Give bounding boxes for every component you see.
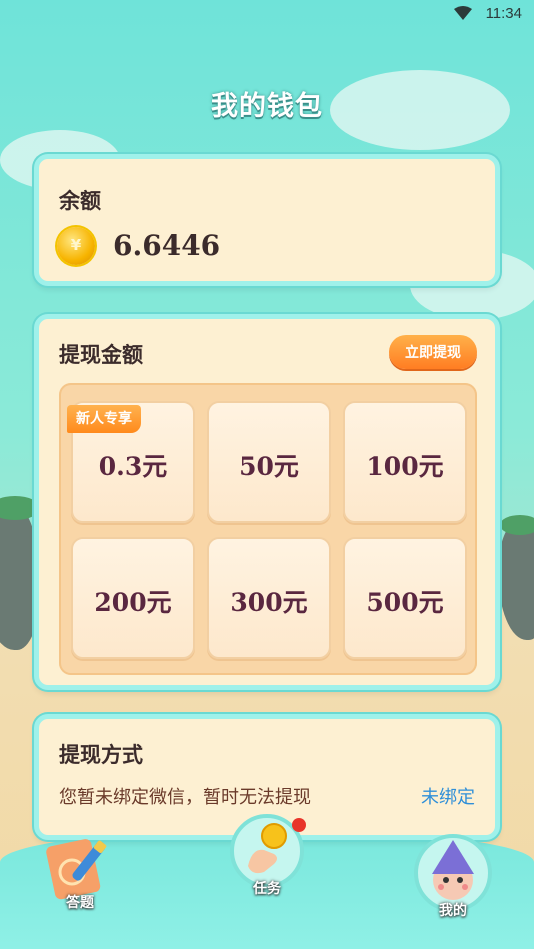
amount-option-label: 100元 xyxy=(366,452,444,481)
nav-task-label: 任务 xyxy=(253,881,281,897)
unbound-wechat-link[interactable]: 未绑定 xyxy=(421,783,475,809)
nav-mine-label: 我的 xyxy=(439,903,467,919)
balance-value: 6.6446 xyxy=(113,229,221,262)
nav-answer-label: 答题 xyxy=(66,895,94,911)
amount-option-label: 300元 xyxy=(230,588,308,617)
nav-answer[interactable]: 答题 xyxy=(44,832,116,916)
amount-options-panel: 0.3元 50元 100元 200元 300元 500元 新人专享 xyxy=(59,383,477,675)
notification-dot xyxy=(292,818,306,832)
balance-card: 余额 ¥ 6.6446 xyxy=(34,154,500,286)
status-time: 11:34 xyxy=(485,5,522,22)
nav-mine[interactable]: 我的 xyxy=(414,826,492,919)
amount-option[interactable]: 50元 xyxy=(207,401,331,523)
balance-heading: 余额 xyxy=(59,189,101,213)
rock-decoration xyxy=(498,520,534,640)
amount-option-label: 200元 xyxy=(94,588,172,617)
amount-option[interactable]: 500元 xyxy=(343,537,467,659)
amount-option-label: 50元 xyxy=(239,452,299,481)
coin-icon: ¥ xyxy=(57,227,95,265)
amount-option[interactable]: 100元 xyxy=(343,401,467,523)
moss-decoration xyxy=(500,515,534,535)
task-icon xyxy=(248,823,287,874)
coin-symbol: ¥ xyxy=(70,236,82,254)
withdraw-amount-card: 提现金额 立即提现 0.3元 50元 100元 200元 300元 500元 新… xyxy=(34,314,500,690)
newbie-badge: 新人专享 xyxy=(67,405,141,433)
amount-option-label: 0.3元 xyxy=(98,452,168,481)
wifi-icon xyxy=(454,6,472,20)
nav-task[interactable]: 任务 xyxy=(230,814,306,898)
withdraw-now-button[interactable]: 立即提现 xyxy=(389,335,477,369)
amount-option[interactable]: 300元 xyxy=(207,537,331,659)
avatar-icon xyxy=(432,840,474,900)
amount-option[interactable]: 200元 xyxy=(71,537,195,659)
page-title: 我的钱包 xyxy=(211,91,323,122)
status-bar: 11:34 xyxy=(0,0,534,28)
withdraw-heading: 提现金额 xyxy=(59,343,143,367)
amount-option-label: 500元 xyxy=(366,588,444,617)
method-description: 您暂未绑定微信，暂时无法提现 xyxy=(59,787,311,808)
method-heading: 提现方式 xyxy=(59,743,143,767)
